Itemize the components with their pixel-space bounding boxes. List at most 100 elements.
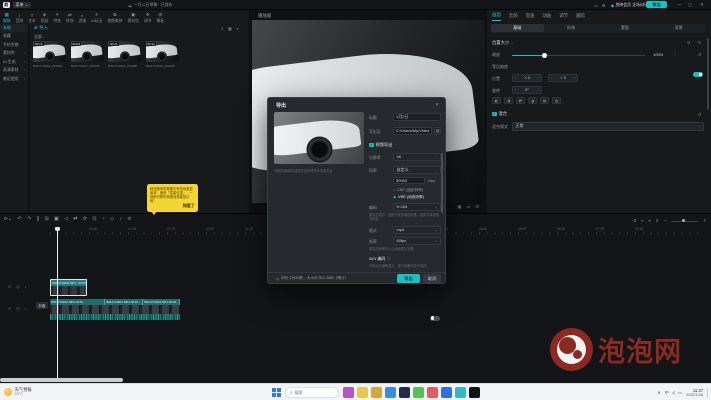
path-input[interactable] bbox=[393, 127, 432, 135]
player-control-icon[interactable]: ▭ bbox=[467, 204, 471, 209]
media-sidebar-item[interactable]: 本地 bbox=[0, 24, 28, 33]
properties-tab[interactable]: 调节 bbox=[559, 13, 568, 21]
align-button[interactable]: ◩ bbox=[516, 97, 525, 104]
media-tab[interactable]: T文本 bbox=[28, 13, 36, 24]
view-option-icon[interactable]: ▦ bbox=[228, 26, 232, 31]
rotate-stepper[interactable]: ‹0°› bbox=[512, 86, 542, 94]
view-option-icon[interactable]: ≡ bbox=[221, 26, 223, 31]
layout-toggle-icon[interactable]: ▭ bbox=[594, 3, 598, 8]
media-clip[interactable]: 00:21B0117C0018_231208 bbox=[108, 41, 141, 68]
track-control-icon[interactable]: ♪ bbox=[25, 285, 27, 289]
media-tab[interactable]: ⊞模板 bbox=[157, 12, 165, 24]
align-button[interactable]: ◧ bbox=[492, 97, 501, 104]
tray-icon[interactable]: ◁ bbox=[672, 390, 675, 395]
tray-icon[interactable]: 中 bbox=[665, 390, 669, 396]
media-clip[interactable]: 00:16B0117C0016_231208 bbox=[33, 41, 66, 68]
maximize-button[interactable]: ▢ bbox=[688, 2, 692, 7]
timeline-tool[interactable]: ◔ bbox=[102, 217, 105, 222]
media-filter[interactable]: 全部⌄ bbox=[34, 34, 45, 40]
taskbar-app-icon[interactable] bbox=[427, 387, 438, 398]
taskbar-app-icon[interactable] bbox=[399, 387, 410, 398]
start-button[interactable] bbox=[272, 388, 281, 397]
clock[interactable]: 11:37 2023/12/8 bbox=[686, 388, 703, 398]
show-desktop-divider[interactable] bbox=[707, 388, 708, 398]
timeline-tool[interactable]: ⟳ bbox=[83, 217, 87, 222]
dialog-export-button[interactable]: 导出 bbox=[397, 274, 420, 283]
media-tab[interactable]: ✦特效 bbox=[53, 12, 61, 24]
export-button[interactable]: 导出 bbox=[646, 1, 667, 8]
dialog-scrollbar[interactable] bbox=[441, 153, 443, 213]
properties-subtab[interactable]: 蒙版 bbox=[599, 24, 652, 32]
dialog-cancel-button[interactable]: 取消 bbox=[423, 274, 441, 283]
timeline-tool[interactable]: ⊡ bbox=[92, 217, 96, 222]
tray-icon[interactable]: ▭ bbox=[678, 390, 682, 395]
title-input[interactable] bbox=[393, 113, 441, 121]
taskbar-app-icon[interactable] bbox=[385, 387, 396, 398]
timeline-tool[interactable]: ▣ bbox=[54, 217, 59, 222]
position-y-stepper[interactable]: ‹Y 0› bbox=[548, 74, 578, 82]
media-tab[interactable]: ♪音频 bbox=[16, 13, 24, 24]
timeline-tool[interactable]: ⇄ bbox=[73, 217, 77, 222]
zoom-slider-handle[interactable] bbox=[682, 219, 685, 222]
taskbar-app-icon[interactable] bbox=[357, 387, 368, 398]
blend-reset-icon[interactable]: ↺ bbox=[698, 112, 701, 117]
media-sidebar-item[interactable]: 素材库› bbox=[0, 49, 28, 58]
timeline-tool[interactable]: ♪ bbox=[120, 217, 122, 222]
vbr-radio[interactable]: ◉VBR (动态码率) bbox=[393, 195, 424, 200]
position-x-stepper[interactable]: ‹X 0› bbox=[512, 74, 542, 82]
av1-toggle[interactable] bbox=[430, 316, 440, 321]
player-control-icon[interactable]: ⊡ bbox=[475, 204, 479, 209]
cbr-radio[interactable]: ○CBR (固定码率) bbox=[393, 188, 423, 193]
taskbar-app-icon[interactable] bbox=[469, 387, 480, 398]
taskbar-app-icon[interactable] bbox=[371, 387, 382, 398]
resolution-dropdown[interactable]: 4K⌄ bbox=[393, 153, 441, 161]
align-button[interactable]: ▥ bbox=[552, 97, 561, 104]
media-sidebar-item[interactable]: 手机传输 bbox=[0, 41, 28, 50]
track-control-icon[interactable]: ◎ bbox=[16, 284, 19, 289]
track-control-icon[interactable]: ⊙ bbox=[8, 284, 11, 289]
fps-dropdown[interactable]: 60fps⌄ bbox=[393, 237, 441, 245]
properties-tab[interactable]: 画面 bbox=[492, 12, 501, 21]
media-tab[interactable]: ✜调节 bbox=[144, 12, 152, 24]
timeline-tool[interactable]: ⊟ bbox=[45, 217, 49, 222]
media-tab[interactable]: ◐滤镜 bbox=[79, 13, 87, 24]
track-control-icon[interactable]: ♪ bbox=[25, 307, 27, 311]
scale-reset-icon[interactable]: ↺ bbox=[698, 52, 701, 57]
taskbar-app-icon[interactable] bbox=[343, 387, 354, 398]
blend-checkbox[interactable]: ✓ bbox=[492, 112, 497, 117]
bitrate-dropdown[interactable]: 自定义⌄ bbox=[393, 166, 441, 174]
timeline-zoom-slider[interactable] bbox=[671, 221, 698, 222]
media-sidebar-item[interactable]: AI 生成› bbox=[0, 58, 28, 67]
properties-scrollbar[interactable] bbox=[707, 38, 709, 110]
media-tab[interactable]: ▣素材包 bbox=[128, 12, 139, 24]
menu-button[interactable]: 菜单⌄ bbox=[13, 2, 31, 8]
folder-browse-button[interactable]: ▤ bbox=[434, 127, 441, 135]
cover-badge[interactable]: 封面 bbox=[36, 302, 48, 309]
taskbar-app-icon[interactable] bbox=[441, 387, 452, 398]
properties-subtab[interactable]: 背景 bbox=[652, 24, 705, 32]
redo-reset-icon[interactable]: ↻ bbox=[698, 40, 701, 45]
uniform-scale-toggle[interactable] bbox=[693, 72, 703, 77]
timeline-option-icon[interactable]: ∞ bbox=[648, 218, 651, 223]
properties-tab[interactable]: 跟踪 bbox=[576, 13, 585, 21]
playhead-line[interactable] bbox=[57, 227, 58, 378]
timeline-option-icon[interactable]: ≈ bbox=[641, 218, 643, 223]
close-button[interactable]: ✕ bbox=[700, 2, 704, 8]
codec-dropdown[interactable]: H.264⌄ bbox=[393, 203, 441, 211]
taskbar-search[interactable]: ⌕ 搜索 bbox=[285, 387, 339, 398]
timeline-tool[interactable]: ◁ bbox=[64, 217, 68, 222]
taskbar-app-icon[interactable] bbox=[455, 387, 466, 398]
timeline-tool[interactable]: ↶ bbox=[18, 217, 22, 222]
timeline-tool[interactable]: ↷ bbox=[27, 217, 31, 222]
weather-widget[interactable]: 天气预报 25°C bbox=[4, 387, 32, 397]
section-position-size[interactable]: 位置大小⌄ bbox=[492, 40, 513, 46]
media-sidebar-item[interactable]: 最近使用› bbox=[0, 75, 28, 84]
zoom-out-icon[interactable]: − bbox=[664, 218, 667, 223]
properties-tab[interactable]: 音频 bbox=[509, 13, 518, 21]
minimize-button[interactable]: — bbox=[677, 2, 682, 7]
media-sidebar-item[interactable]: 高清素材› bbox=[0, 66, 28, 75]
media-tab[interactable]: ◈贴纸 bbox=[41, 12, 49, 24]
bitrate-input[interactable] bbox=[393, 177, 425, 184]
timeline-option-icon[interactable]: ⊼ bbox=[634, 218, 637, 223]
timeline-tool[interactable]: ◇ bbox=[110, 217, 114, 222]
